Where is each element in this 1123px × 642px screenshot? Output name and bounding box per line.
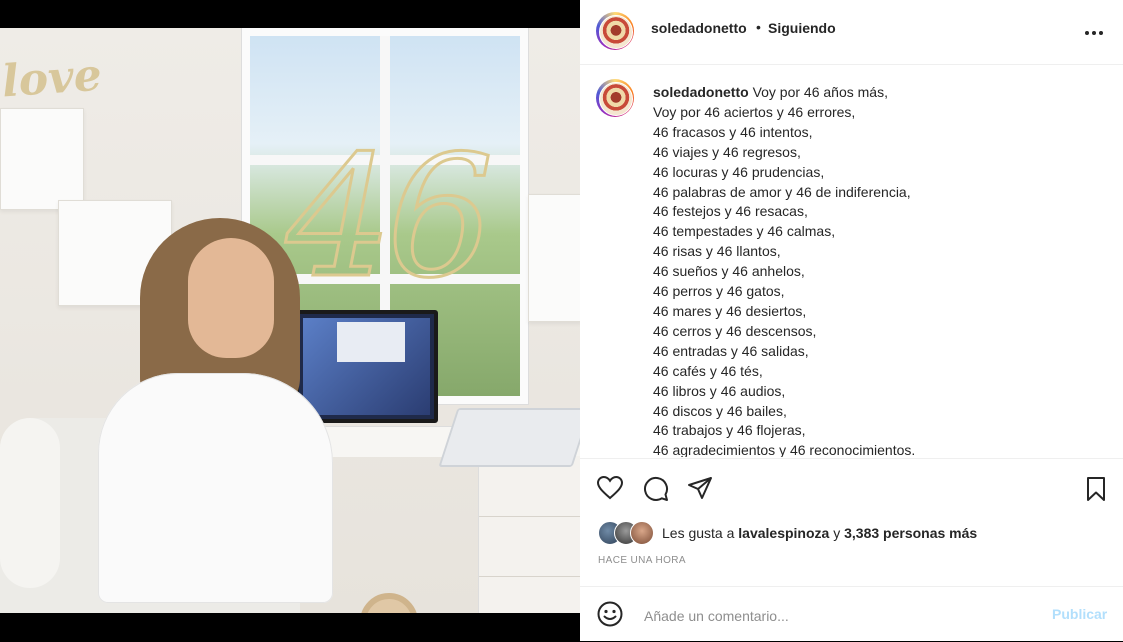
caption-username[interactable]: soledadonetto xyxy=(653,84,749,100)
likes-prefix: Les gusta a xyxy=(662,525,739,541)
image-overlay-word: love xyxy=(0,49,104,108)
comment-icon[interactable] xyxy=(643,476,669,507)
caption-line: 46 tempestades y 46 calmas, xyxy=(653,223,836,240)
comment-bar: Publicar xyxy=(580,586,1123,642)
post-caption: soledadonetto Voy por 46 años más, Voy po… xyxy=(580,65,1123,457)
caption-line: 46 libros y 46 audios, xyxy=(653,382,786,399)
post-header: soledadonetto • Siguiendo xyxy=(580,0,1123,65)
image-shelf xyxy=(0,108,84,210)
send-icon[interactable] xyxy=(687,476,713,505)
bookmark-icon[interactable] xyxy=(1085,476,1107,507)
caption-line: Voy por 46 aciertos y 46 errores, xyxy=(653,103,856,120)
heart-icon[interactable] xyxy=(596,475,624,505)
comment-input[interactable] xyxy=(642,604,1026,628)
separator-dot: • xyxy=(756,19,761,35)
liker-username[interactable]: lavalespinoza xyxy=(738,525,829,541)
caption-line: 46 locuras y 46 prudencias, xyxy=(653,163,825,180)
image-laptop xyxy=(438,408,580,467)
caption-line: 46 palabras de amor y 46 de indiferencia… xyxy=(653,183,911,200)
image-drawers xyxy=(478,456,580,613)
author-username[interactable]: soledadonetto xyxy=(651,20,747,36)
post-panel: soledadonetto • Siguiendo soledadonetto … xyxy=(580,0,1123,641)
caption-line: 46 cafés y 46 tés, xyxy=(653,362,763,379)
post-media[interactable]: love 46 xyxy=(0,0,580,641)
caption-line: 46 mares y 46 desiertos, xyxy=(653,302,807,319)
image-person-face xyxy=(188,238,274,358)
image-person-shirt xyxy=(98,373,333,603)
caption-line: 46 entradas y 46 salidas, xyxy=(653,342,809,359)
likes-summary: Les gusta a lavalespinoza y 3,383 person… xyxy=(662,525,977,541)
author-avatar[interactable] xyxy=(596,12,634,50)
caption-line: 46 trabajos y 46 flojeras, xyxy=(653,422,806,439)
liker-avatar xyxy=(630,521,654,545)
caption-avatar[interactable] xyxy=(596,79,634,117)
post-timestamp[interactable]: HACE UNA HORA xyxy=(598,555,686,566)
post-actions: Les gusta a lavalespinoza y 3,383 person… xyxy=(580,458,1123,589)
caption-line: 46 viajes y 46 regresos, xyxy=(653,143,801,160)
likers-avatars[interactable] xyxy=(598,521,658,545)
caption-line: 46 perros y 46 gatos, xyxy=(653,283,785,300)
image-chair-arm xyxy=(0,418,60,588)
publish-button[interactable]: Publicar xyxy=(1052,606,1107,622)
caption-line: 46 discos y 46 bailes, xyxy=(653,402,787,419)
caption-line: 46 cerros y 46 descensos, xyxy=(653,322,817,339)
following-button[interactable]: Siguiendo xyxy=(768,20,836,36)
likes-middle: y xyxy=(829,525,845,541)
caption-line: 46 sueños y 46 anhelos, xyxy=(653,263,805,280)
caption-line: 46 agradecimientos y 46 reconocimientos. xyxy=(653,442,916,457)
caption-line: 46 festejos y 46 resacas, xyxy=(653,203,808,220)
emoji-icon[interactable] xyxy=(597,601,623,632)
image-overlay-number: 46 xyxy=(285,119,496,315)
likes-count[interactable]: 3,383 personas más xyxy=(844,525,977,541)
more-options-icon[interactable] xyxy=(1084,20,1104,41)
caption-line: 46 risas y 46 llantos, xyxy=(653,243,781,260)
caption-line: 46 fracasos y 46 intentos, xyxy=(653,123,813,140)
post-image[interactable]: love 46 xyxy=(0,28,580,613)
image-monitor xyxy=(295,310,438,423)
image-shelf xyxy=(528,194,580,322)
caption-body: soledadonetto Voy por 46 años más, Voy po… xyxy=(653,83,1103,457)
caption-line: Voy por 46 años más, xyxy=(752,84,888,100)
